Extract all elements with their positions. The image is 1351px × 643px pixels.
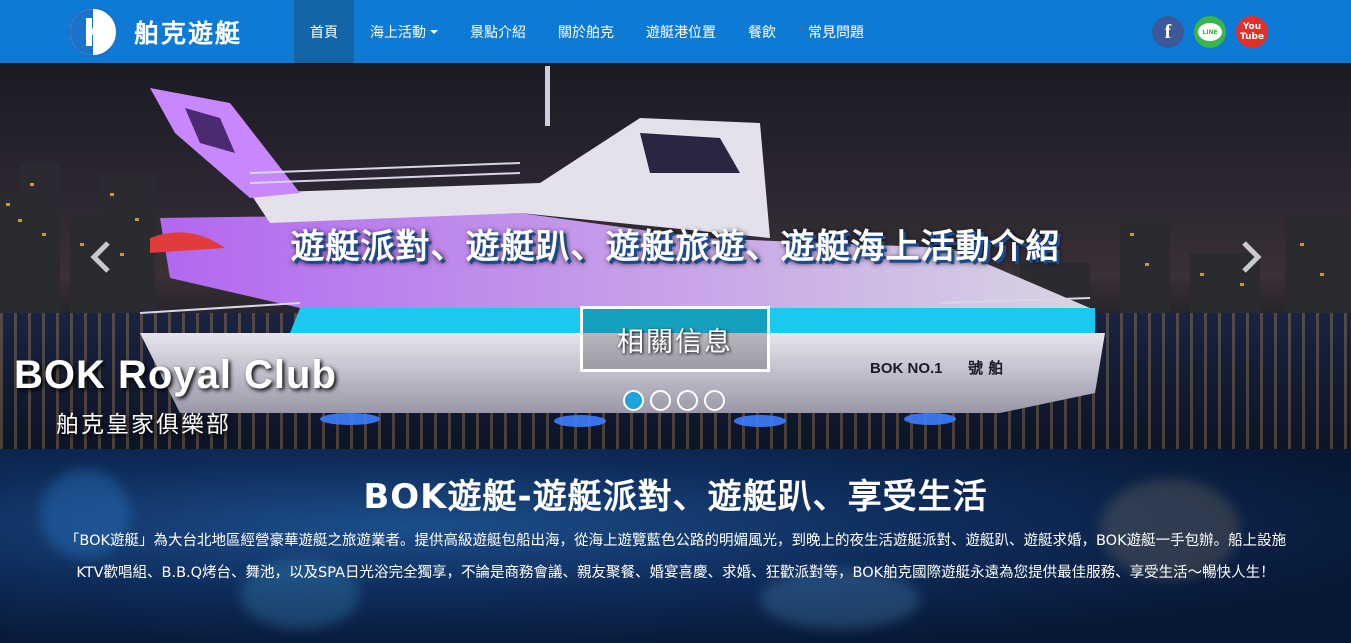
bok-logo-icon bbox=[68, 7, 118, 57]
carousel-next-icon[interactable] bbox=[1236, 239, 1266, 275]
youtube-icon[interactable]: You Tube bbox=[1236, 16, 1268, 48]
carousel-indicators bbox=[623, 390, 725, 411]
nav-item-faq[interactable]: 常見問題 bbox=[792, 0, 880, 63]
carousel-dot-2[interactable] bbox=[650, 390, 671, 411]
nav-item-label: 關於舶克 bbox=[558, 24, 614, 41]
nav-item-label: 餐飲 bbox=[748, 24, 776, 41]
carousel-dot-4[interactable] bbox=[704, 390, 725, 411]
carousel-dot-3[interactable] bbox=[677, 390, 698, 411]
more-info-button[interactable]: 相關信息 bbox=[580, 306, 770, 372]
facebook-icon[interactable]: f bbox=[1152, 16, 1184, 48]
intro-title: BOK遊艇-遊艇派對、遊艇趴、享受生活 bbox=[363, 477, 988, 517]
facebook-glyph: f bbox=[1164, 20, 1172, 43]
nav-item-label: 遊艇港位置 bbox=[646, 24, 716, 41]
youtube-text-top: You bbox=[1242, 22, 1262, 32]
nav-item-dining[interactable]: 餐飲 bbox=[732, 0, 792, 63]
line-bubble: LINE bbox=[1198, 23, 1222, 41]
hero-carousel: BOK NO.1 號 舶 遊艇派對、遊艇趴、遊艇旅遊、遊艇海上活動介紹 相關信息… bbox=[0, 63, 1351, 449]
nav-item-label: 景點介紹 bbox=[470, 24, 526, 41]
club-name-zh: 舶克皇家俱樂部 bbox=[56, 412, 231, 438]
nav-item-home[interactable]: 首頁 bbox=[294, 0, 354, 63]
nav-item-sea-activities[interactable]: 海上活動 bbox=[354, 0, 454, 63]
main-nav: 首頁 海上活動 景點介紹 關於舶克 遊艇港位置 餐飲 常見問題 bbox=[294, 0, 880, 63]
nav-item-label: 首頁 bbox=[310, 24, 338, 41]
brand-link[interactable]: 舶克遊艇 bbox=[68, 6, 242, 58]
carousel-prev-icon[interactable] bbox=[86, 239, 116, 275]
nav-item-about[interactable]: 關於舶克 bbox=[542, 0, 630, 63]
brand-name: 舶克遊艇 bbox=[134, 19, 243, 48]
hero-title: 遊艇派對、遊艇趴、遊艇旅遊、遊艇海上活動介紹 bbox=[290, 227, 1061, 267]
line-icon[interactable]: LINE bbox=[1194, 16, 1226, 48]
carousel-dot-1[interactable] bbox=[623, 390, 644, 411]
caret-down-icon bbox=[430, 29, 438, 34]
navbar: 舶克遊艇 首頁 海上活動 景點介紹 關於舶克 遊艇港位置 餐飲 常見問題 f L… bbox=[0, 0, 1351, 63]
boat-label-2: 號 舶 bbox=[968, 359, 1003, 377]
intro-section: BOK遊艇-遊艇派對、遊艇趴、享受生活 「BOK遊艇」為大台北地區經營豪華遊艇之… bbox=[0, 449, 1351, 643]
nav-item-marina-location[interactable]: 遊艇港位置 bbox=[630, 0, 732, 63]
nav-item-label: 海上活動 bbox=[370, 24, 426, 41]
youtube-text-bottom: Tube bbox=[1239, 32, 1265, 42]
intro-body: 「BOK遊艇」為大台北地區經營豪華遊艇之旅遊業者。提供高級遊艇包船出海，從海上遊… bbox=[64, 533, 1287, 581]
club-name: BOK Royal Club bbox=[14, 353, 337, 397]
nav-item-label: 常見問題 bbox=[808, 24, 864, 41]
boat-label-1: BOK NO.1 bbox=[870, 360, 943, 377]
nav-item-attractions[interactable]: 景點介紹 bbox=[454, 0, 542, 63]
